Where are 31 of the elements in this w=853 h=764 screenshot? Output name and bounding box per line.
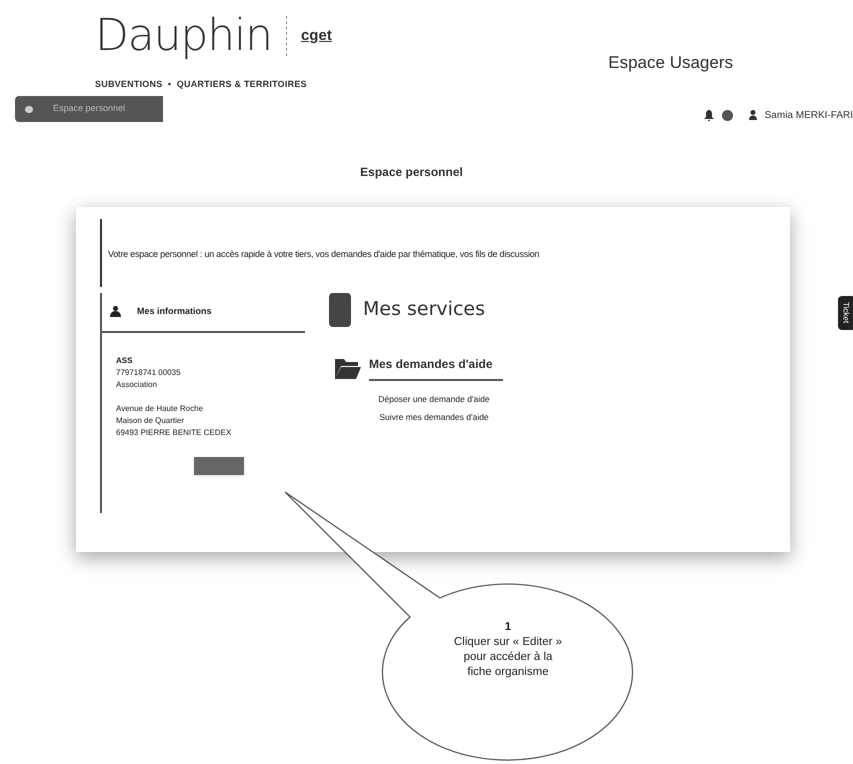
logo-text: Dauphin <box>95 9 272 63</box>
info-line: 779718741 00035 <box>116 366 182 378</box>
address-line: Maison de Quartier <box>116 414 186 426</box>
callout-text: pour accéder à la <box>464 650 552 665</box>
edit-button[interactable] <box>194 456 244 474</box>
address-line: 69493 PIERRE BENITE CEDEX <box>116 426 232 438</box>
partner-logo: cget <box>300 26 332 46</box>
user-icon <box>110 306 121 317</box>
info-title: Mes informations <box>137 304 212 318</box>
folder-icon <box>335 356 361 378</box>
page-title: Espace personnel <box>360 164 463 180</box>
tagline: SUBVENTIONS • QUARTIERS & TERRITOIRES <box>95 78 308 91</box>
info-line: ASS <box>116 354 134 366</box>
service-link[interactable]: Déposer une demande d'aide <box>378 392 490 406</box>
callout-text: fiche organisme <box>467 665 549 680</box>
callout-number: 1 <box>504 620 512 635</box>
intro-text: Votre espace personnel : un accès rapide à votre tiers, vos demandes d'aide par thématique, vos fils de discussion <box>108 248 540 258</box>
callout-text: Cliquer sur « Editer » <box>454 635 562 650</box>
bell-icon[interactable] <box>704 110 714 120</box>
phone-icon <box>329 292 351 326</box>
services-title: Mes services <box>363 297 485 322</box>
avatar-icon[interactable] <box>722 110 733 120</box>
user-icon <box>748 110 757 120</box>
user-name[interactable]: Samia MERKI-FARI <box>764 108 853 122</box>
info-line: Association <box>116 378 158 390</box>
service-link[interactable]: Suivre mes demandes d'aide <box>379 411 489 424</box>
section-title: Mes demandes d'aide <box>369 354 503 380</box>
space-title: Espace Usagers <box>608 52 733 74</box>
breadcrumb-button[interactable]: Espace personnel <box>15 96 163 122</box>
ticket-tab[interactable]: Ticket <box>838 296 853 330</box>
address-line: Avenue de Haute Roche <box>116 402 204 414</box>
